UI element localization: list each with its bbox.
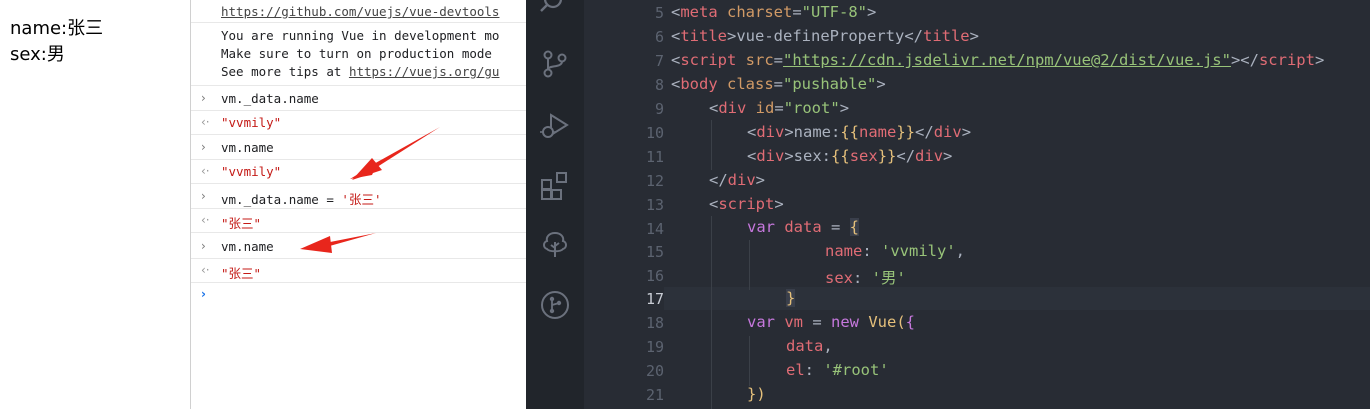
code-line-18: var vm = new Vue({ <box>747 313 916 331</box>
input-chevron-icon: › <box>201 91 206 105</box>
command-string: '张三' <box>341 192 382 207</box>
code-area[interactable]: <meta charset="UTF-8"> <title>vue-define… <box>671 0 1361 409</box>
indent-guide <box>749 240 750 290</box>
activity-bar <box>526 0 584 409</box>
console-command: vm.name <box>221 239 274 254</box>
run-debug-icon[interactable] <box>539 110 571 142</box>
code-line-15: name: 'vvmily', <box>825 242 965 260</box>
line-number: 9 <box>654 100 664 118</box>
console-command: vm._data.name <box>221 91 319 106</box>
code-line-9: <div id="root"> <box>709 99 850 117</box>
divider <box>191 208 527 209</box>
tips-prefix: See more tips at <box>221 64 349 79</box>
indent-guide <box>749 336 750 386</box>
console-warning-line-3: See more tips at https://vuejs.org/gu <box>221 64 527 79</box>
code-line-12: </div> <box>709 171 766 189</box>
line-number: 7 <box>654 52 664 70</box>
line-number-active: 17 <box>645 290 664 308</box>
line-number: 11 <box>645 148 664 166</box>
line-number: 20 <box>645 362 664 380</box>
divider <box>191 110 527 111</box>
code-line-21: }) <box>747 385 766 403</box>
code-line-19: data, <box>786 337 833 355</box>
source-control-icon[interactable] <box>539 48 571 80</box>
tree-icon[interactable] <box>539 228 571 260</box>
devtools-console[interactable]: https://github.com/vuejs/vue-devtools Yo… <box>190 0 527 409</box>
console-command: vm.name <box>221 140 274 155</box>
console-prompt-icon: › <box>201 287 206 301</box>
code-line-11: <div>sex:{{sex}}</div> <box>747 147 953 165</box>
code-editor[interactable]: 5 6 7 8 9 10 11 12 13 14 15 16 17 18 19 … <box>526 0 1370 409</box>
indent-guide <box>711 216 712 409</box>
line-number: 14 <box>645 220 664 238</box>
command-text: vm._data.name = <box>221 192 342 207</box>
code-line-14: var data = { <box>747 218 860 236</box>
line-number: 15 <box>645 243 664 261</box>
divider <box>191 134 527 135</box>
code-line-8: <body class="pushable"> <box>671 75 886 93</box>
output-chevron-icon: ‹· <box>201 115 210 129</box>
output-chevron-icon: ‹· <box>201 263 210 277</box>
divider <box>191 258 527 259</box>
console-header-line: https://github.com/vuejs/vue-devtools <box>221 4 527 19</box>
console-warning-line-1: You are running Vue in development mo <box>221 28 500 43</box>
line-number: 12 <box>645 172 664 190</box>
divider <box>191 183 527 184</box>
line-number: 8 <box>654 76 664 94</box>
rendered-page: name:张三 sex:男 <box>0 0 190 409</box>
divider <box>191 22 527 23</box>
search-icon[interactable] <box>539 0 571 18</box>
console-input[interactable] <box>221 286 511 304</box>
line-number: 10 <box>645 124 664 142</box>
line-number: 13 <box>645 196 664 214</box>
code-line-13: <script> <box>709 195 784 213</box>
code-line-10: <div>name:{{name}}</div> <box>747 123 972 141</box>
line-number: 6 <box>654 28 664 46</box>
line-number: 5 <box>654 4 664 22</box>
divider <box>191 232 527 233</box>
output-chevron-icon: ‹· <box>201 213 210 227</box>
console-result[interactable]: "张三" <box>221 213 261 232</box>
line-number: 18 <box>645 314 664 332</box>
console-warning-line-2: Make sure to turn on production mode <box>221 46 492 61</box>
console-result[interactable]: "vvmily" <box>221 115 281 130</box>
tips-link[interactable]: https://vuejs.org/gu <box>349 64 500 79</box>
line-number-gutter: 5 6 7 8 9 10 11 12 13 14 15 16 17 18 19 … <box>584 0 664 409</box>
line-number: 19 <box>645 338 664 356</box>
code-line-6: <title>vue-defineProperty</title> <box>671 27 979 45</box>
line-number: 16 <box>645 267 664 285</box>
code-line-5: <meta charset="UTF-8"> <box>671 3 877 21</box>
git-graph-icon[interactable] <box>539 289 571 321</box>
console-command: vm._data.name = '张三' <box>221 189 381 208</box>
code-line-7: <script src="https://cdn.jsdelivr.net/np… <box>671 51 1325 69</box>
input-chevron-icon: › <box>201 189 206 203</box>
divider <box>191 159 527 160</box>
output-chevron-icon: ‹· <box>201 164 210 178</box>
divider <box>191 282 527 283</box>
code-line-16: sex: '男' <box>825 269 906 287</box>
code-line-20: el: '#root' <box>786 361 889 379</box>
indent-guide <box>711 120 712 170</box>
devtools-link[interactable]: https://github.com/vuejs/vue-devtools <box>221 4 499 19</box>
console-result[interactable]: "张三" <box>221 263 261 282</box>
extensions-icon[interactable] <box>539 170 571 202</box>
line-number: 21 <box>645 386 664 404</box>
console-result[interactable]: "vvmily" <box>221 164 281 179</box>
divider <box>191 85 527 86</box>
input-chevron-icon: › <box>201 140 206 154</box>
page-line-sex: sex:男 <box>10 44 65 65</box>
page-line-name: name:张三 <box>10 18 104 39</box>
code-line-17: } <box>786 289 796 307</box>
input-chevron-icon: › <box>201 239 206 253</box>
